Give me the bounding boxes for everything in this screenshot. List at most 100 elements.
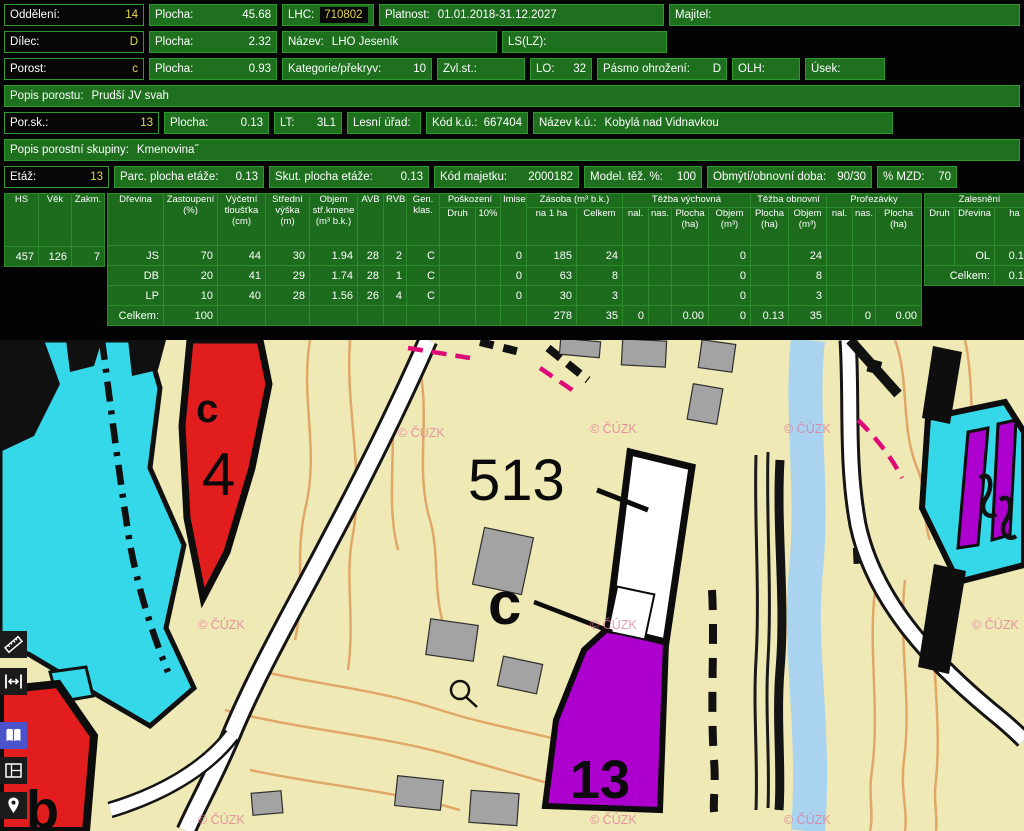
table-cell: 29 (266, 266, 310, 286)
panel-row-2: Dílec: D Plocha: 2.32 Název: LHO Jeseník… (4, 31, 1024, 53)
field-value: 0.13 (401, 171, 423, 183)
col-vycetni-tloustka: Výčetní tloušťka (cm) (218, 194, 266, 246)
table-cell: 3 (577, 286, 623, 306)
colgroup-zalesneni: Zalesnění (925, 194, 1024, 208)
cuzk-watermark: © ČÚZK (590, 617, 637, 632)
field-label: Obmýtí/obnovní doba: (713, 171, 826, 183)
table-cell (672, 286, 709, 306)
table-cell (853, 266, 876, 286)
table-cell: 0 (709, 246, 751, 266)
cuzk-watermark: © ČÚZK (398, 425, 445, 440)
location-pin-button[interactable] (0, 792, 27, 819)
table-cell: 0 (709, 266, 751, 286)
col-avb: AVB (358, 194, 384, 246)
col-to-plocha: Plocha (ha) (751, 208, 789, 246)
table-cell: 0 (709, 306, 751, 326)
field-oddeleni: Oddělení: 14 (4, 4, 144, 26)
table-cell: 0 (501, 286, 527, 306)
table-cell: JS (108, 246, 164, 266)
table-cell: 30 (527, 286, 577, 306)
map-book-button[interactable] (0, 722, 27, 749)
table-cell: 0.13 (995, 246, 1024, 266)
field-label: Název: (288, 36, 324, 48)
resize-horizontal-icon (3, 671, 24, 692)
field-label: LHC: (288, 9, 314, 21)
field-label: Por.sk.: (10, 117, 48, 129)
field-value: Kmenovina˝ (137, 144, 198, 156)
map-label-b: b (26, 780, 59, 831)
table-cell: 26 (358, 286, 384, 306)
field-popis-skupiny: Popis porostní skupiny: Kmenovina˝ (4, 139, 1020, 161)
table-cell (440, 246, 476, 266)
map-label-13: 13 (570, 750, 630, 810)
table-cell (501, 306, 527, 326)
table-cell: 63 (527, 266, 577, 286)
field-value: 90/30 (837, 171, 866, 183)
stand-info-panel: Oddělení: 14 Plocha: 45.68 LHC: 710802 P… (0, 0, 1024, 340)
table-cell: 3 (789, 286, 827, 306)
table-cell: 0 (853, 306, 876, 326)
table-cell (827, 306, 853, 326)
field-value: LHO Jeseník (332, 36, 398, 48)
field-value: Prudší JV svah (92, 90, 169, 102)
field-kod-majetku: Kód majetku: 2000182 (434, 166, 579, 188)
table-cell: 44 (218, 246, 266, 266)
col-tv-nas: nas. (649, 208, 672, 246)
table-cell: 28 (266, 286, 310, 306)
table-cell: 1.74 (310, 266, 358, 286)
layout-grid-button[interactable] (0, 757, 27, 784)
field-value: c (132, 63, 138, 75)
field-label: Zvl.st.: (443, 63, 477, 75)
col-pr-nas: nas. (853, 208, 876, 246)
panel-row-6: Popis porostní skupiny: Kmenovina˝ (4, 139, 1024, 161)
col-posk-10: 10% (476, 208, 501, 246)
table-cell (476, 266, 501, 286)
table-cell: 185 (527, 246, 577, 266)
col-tv-objem: Objem (m³) (709, 208, 751, 246)
field-nazev-ku: Název k.ú.: Kobylá nad Vidnavkou (533, 112, 893, 134)
col-zasoba-na1ha: na 1 ha (527, 208, 577, 246)
table-cell (440, 286, 476, 306)
field-label: Platnost: (385, 9, 430, 21)
cuzk-watermark: © ČÚZK (784, 812, 831, 827)
field-label: Plocha: (155, 9, 193, 21)
field-lesni-urad: Lesní úřad: (347, 112, 421, 134)
field-value: 100 (677, 171, 696, 183)
cuzk-watermark: © ČÚZK (590, 812, 637, 827)
stream-bank-line (779, 460, 782, 810)
field-label: Plocha: (155, 36, 193, 48)
table-cell (407, 306, 440, 326)
location-pin-icon (3, 795, 24, 816)
field-label: Model. těž. %: (590, 171, 663, 183)
table-cell: 2 (384, 246, 407, 266)
table-cell: 4 (384, 286, 407, 306)
col-stredni-vyska: Střední výška (m) (266, 194, 310, 246)
col-pr-nal: nal. (827, 208, 853, 246)
field-value: 14 (125, 9, 138, 21)
table-cell: 0 (501, 246, 527, 266)
field-obmyti: Obmýtí/obnovní doba: 90/30 (707, 166, 872, 188)
field-label: Majitel: (675, 9, 711, 21)
field-label: LS(LZ): (508, 36, 546, 48)
field-plocha-porsk: Plocha: 0.13 (164, 112, 269, 134)
field-label: Kód k.ú.: (432, 117, 477, 129)
table-cell (672, 266, 709, 286)
table-cell: 35 (789, 306, 827, 326)
resize-horizontal-button[interactable] (0, 668, 27, 695)
table-cell (649, 246, 672, 266)
table-header-row: Zalesnění (925, 194, 1024, 208)
col-zasoba-celkem: Celkem (577, 208, 623, 246)
col-hs: HS (5, 194, 39, 247)
field-usek: Úsek: (805, 58, 885, 80)
field-pasmo: Pásmo ohrožení: D (597, 58, 727, 80)
map-canvas[interactable]: 513 c c 4 13 b © ČÚZK © ČÚZK © ČÚZK © ČÚ… (0, 340, 1024, 831)
stand-table: Dřevina Zastoupení (%) Výčetní tloušťka … (107, 193, 922, 326)
table-cell: 8 (789, 266, 827, 286)
hs-table: HS Věk Zakm. 457 126 7 (4, 193, 105, 267)
field-mzd: % MZD: 70 (877, 166, 957, 188)
table-cell (751, 266, 789, 286)
table-cell (853, 286, 876, 306)
field-label: Skut. plocha etáže: (275, 171, 373, 183)
table-row: 457 126 7 (5, 247, 105, 267)
ruler-tool-button[interactable] (0, 631, 27, 658)
